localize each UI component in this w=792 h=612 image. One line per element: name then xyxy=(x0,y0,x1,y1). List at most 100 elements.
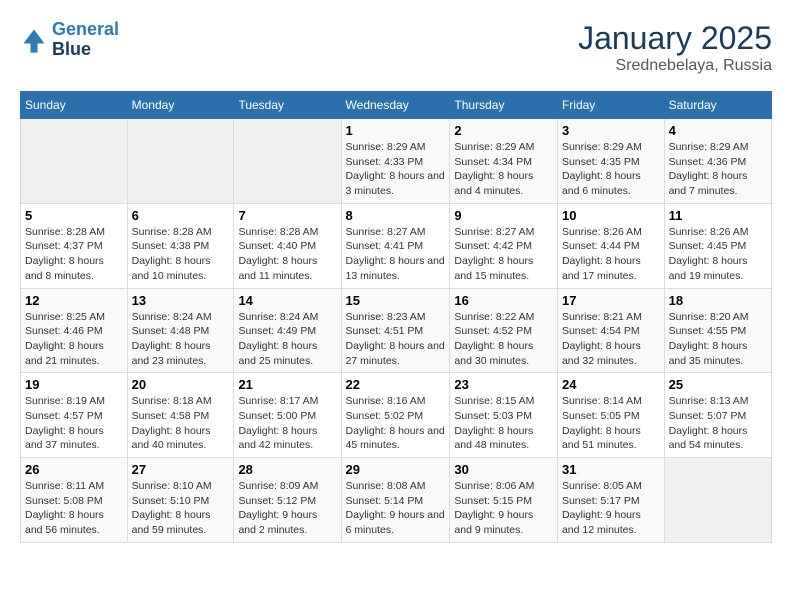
weekday-header: Thursday xyxy=(450,92,558,119)
day-number: 21 xyxy=(238,377,336,392)
day-info: Sunrise: 8:29 AMSunset: 4:36 PMDaylight:… xyxy=(669,140,767,199)
day-number: 18 xyxy=(669,293,767,308)
calendar-cell: 1 Sunrise: 8:29 AMSunset: 4:33 PMDaylight… xyxy=(341,119,450,204)
day-info: Sunrise: 8:26 AMSunset: 4:44 PMDaylight:… xyxy=(562,225,660,284)
day-number: 3 xyxy=(562,123,660,138)
calendar-cell: 31Sunrise: 8:05 AMSunset: 5:17 PMDayligh… xyxy=(557,458,664,543)
day-number: 7 xyxy=(238,208,336,223)
weekday-header: Saturday xyxy=(664,92,771,119)
day-number: 30 xyxy=(454,462,553,477)
calendar-week-row: 5Sunrise: 8:28 AMSunset: 4:37 PMDaylight… xyxy=(21,203,772,288)
day-number: 20 xyxy=(132,377,230,392)
calendar-week-row: 26 Sunrise: 8:11 AMSunset: 5:08 PMDayligh… xyxy=(21,458,772,543)
calendar-cell xyxy=(234,119,341,204)
day-info: Sunrise: 8:24 AMSunset: 4:48 PMDaylight:… xyxy=(132,310,230,369)
weekday-header: Monday xyxy=(127,92,234,119)
day-info: Sunrise: 8:17 AMSunset: 5:00 PMDaylight:… xyxy=(238,394,336,453)
day-info: Sunrise: 8:18 AMSunset: 4:58 PMDaylight:… xyxy=(132,394,230,453)
calendar-cell: 20 Sunrise: 8:18 AMSunset: 4:58 PMDayligh… xyxy=(127,373,234,458)
calendar-week-row: 19 Sunrise: 8:19 AMSunset: 4:57 PMDayligh… xyxy=(21,373,772,458)
calendar-table: SundayMondayTuesdayWednesdayThursdayFrid… xyxy=(20,91,772,543)
day-number: 23 xyxy=(454,377,553,392)
day-number: 15 xyxy=(346,293,446,308)
day-info: Sunrise: 8:13 AMSunset: 5:07 PMDaylight:… xyxy=(669,394,767,453)
calendar-cell: 13 Sunrise: 8:24 AMSunset: 4:48 PMDayligh… xyxy=(127,288,234,373)
day-info: Sunrise: 8:25 AMSunset: 4:46 PMDaylight:… xyxy=(25,310,123,369)
logo: General Blue xyxy=(20,20,119,60)
calendar-cell: 30Sunrise: 8:06 AMSunset: 5:15 PMDayligh… xyxy=(450,458,558,543)
day-info: Sunrise: 8:28 AMSunset: 4:38 PMDaylight:… xyxy=(132,225,230,284)
calendar-cell: 27Sunrise: 8:10 AMSunset: 5:10 PMDayligh… xyxy=(127,458,234,543)
day-number: 22 xyxy=(346,377,446,392)
day-info: Sunrise: 8:16 AMSunset: 5:02 PMDaylight:… xyxy=(346,394,446,453)
calendar-cell: 19 Sunrise: 8:19 AMSunset: 4:57 PMDayligh… xyxy=(21,373,128,458)
calendar-cell xyxy=(21,119,128,204)
day-number: 26 xyxy=(25,462,123,477)
calendar-cell: 8 Sunrise: 8:27 AMSunset: 4:41 PMDaylight… xyxy=(341,203,450,288)
day-info: Sunrise: 8:23 AMSunset: 4:51 PMDaylight:… xyxy=(346,310,446,369)
day-number: 10 xyxy=(562,208,660,223)
calendar-week-row: 1 Sunrise: 8:29 AMSunset: 4:33 PMDaylight… xyxy=(21,119,772,204)
weekday-header: Sunday xyxy=(21,92,128,119)
day-info: Sunrise: 8:22 AMSunset: 4:52 PMDaylight:… xyxy=(454,310,553,369)
day-info: Sunrise: 8:11 AMSunset: 5:08 PMDaylight:… xyxy=(25,479,123,538)
calendar-cell: 22 Sunrise: 8:16 AMSunset: 5:02 PMDayligh… xyxy=(341,373,450,458)
title-block: January 2025 Srednebelaya, Russia xyxy=(578,20,772,75)
calendar-cell: 3 Sunrise: 8:29 AMSunset: 4:35 PMDaylight… xyxy=(557,119,664,204)
day-info: Sunrise: 8:24 AMSunset: 4:49 PMDaylight:… xyxy=(238,310,336,369)
day-info: Sunrise: 8:26 AMSunset: 4:45 PMDaylight:… xyxy=(669,225,767,284)
day-info: Sunrise: 8:27 AMSunset: 4:41 PMDaylight:… xyxy=(346,225,446,284)
calendar-cell: 17Sunrise: 8:21 AMSunset: 4:54 PMDayligh… xyxy=(557,288,664,373)
day-info: Sunrise: 8:28 AMSunset: 4:40 PMDaylight:… xyxy=(238,225,336,284)
day-info: Sunrise: 8:19 AMSunset: 4:57 PMDaylight:… xyxy=(25,394,123,453)
day-number: 24 xyxy=(562,377,660,392)
day-number: 19 xyxy=(25,377,123,392)
calendar-cell: 12 Sunrise: 8:25 AMSunset: 4:46 PMDayligh… xyxy=(21,288,128,373)
day-number: 6 xyxy=(132,208,230,223)
calendar-title: January 2025 xyxy=(578,20,772,57)
page-header: General Blue January 2025 Srednebelaya, … xyxy=(20,20,772,75)
calendar-cell: 2 Sunrise: 8:29 AMSunset: 4:34 PMDaylight… xyxy=(450,119,558,204)
day-info: Sunrise: 8:20 AMSunset: 4:55 PMDaylight:… xyxy=(669,310,767,369)
logo-icon xyxy=(20,26,48,54)
day-number: 29 xyxy=(346,462,446,477)
day-number: 12 xyxy=(25,293,123,308)
calendar-cell: 24 Sunrise: 8:14 AMSunset: 5:05 PMDayligh… xyxy=(557,373,664,458)
day-number: 16 xyxy=(454,293,553,308)
calendar-cell: 21 Sunrise: 8:17 AMSunset: 5:00 PMDayligh… xyxy=(234,373,341,458)
day-info: Sunrise: 8:09 AMSunset: 5:12 PMDaylight:… xyxy=(238,479,336,538)
calendar-cell: 15 Sunrise: 8:23 AMSunset: 4:51 PMDayligh… xyxy=(341,288,450,373)
day-number: 1 xyxy=(346,123,446,138)
calendar-cell: 6 Sunrise: 8:28 AMSunset: 4:38 PMDaylight… xyxy=(127,203,234,288)
day-info: Sunrise: 8:27 AMSunset: 4:42 PMDaylight:… xyxy=(454,225,553,284)
day-info: Sunrise: 8:10 AMSunset: 5:10 PMDaylight:… xyxy=(132,479,230,538)
weekday-header-row: SundayMondayTuesdayWednesdayThursdayFrid… xyxy=(21,92,772,119)
day-info: Sunrise: 8:29 AMSunset: 4:34 PMDaylight:… xyxy=(454,140,553,199)
calendar-subtitle: Srednebelaya, Russia xyxy=(578,57,772,75)
day-info: Sunrise: 8:29 AMSunset: 4:35 PMDaylight:… xyxy=(562,140,660,199)
day-info: Sunrise: 8:14 AMSunset: 5:05 PMDaylight:… xyxy=(562,394,660,453)
calendar-cell xyxy=(664,458,771,543)
calendar-cell: 9 Sunrise: 8:27 AMSunset: 4:42 PMDaylight… xyxy=(450,203,558,288)
day-info: Sunrise: 8:08 AMSunset: 5:14 PMDaylight:… xyxy=(346,479,446,538)
day-number: 31 xyxy=(562,462,660,477)
calendar-cell: 4Sunrise: 8:29 AMSunset: 4:36 PMDaylight… xyxy=(664,119,771,204)
day-info: Sunrise: 8:29 AMSunset: 4:33 PMDaylight:… xyxy=(346,140,446,199)
calendar-cell: 25Sunrise: 8:13 AMSunset: 5:07 PMDayligh… xyxy=(664,373,771,458)
day-number: 13 xyxy=(132,293,230,308)
calendar-cell: 18 Sunrise: 8:20 AMSunset: 4:55 PMDayligh… xyxy=(664,288,771,373)
calendar-week-row: 12 Sunrise: 8:25 AMSunset: 4:46 PMDayligh… xyxy=(21,288,772,373)
calendar-cell: 5Sunrise: 8:28 AMSunset: 4:37 PMDaylight… xyxy=(21,203,128,288)
day-number: 14 xyxy=(238,293,336,308)
calendar-cell: 16 Sunrise: 8:22 AMSunset: 4:52 PMDayligh… xyxy=(450,288,558,373)
calendar-cell: 29 Sunrise: 8:08 AMSunset: 5:14 PMDayligh… xyxy=(341,458,450,543)
logo-text: General Blue xyxy=(52,20,119,60)
calendar-cell: 11Sunrise: 8:26 AMSunset: 4:45 PMDayligh… xyxy=(664,203,771,288)
day-number: 9 xyxy=(454,208,553,223)
day-number: 28 xyxy=(238,462,336,477)
calendar-cell: 26 Sunrise: 8:11 AMSunset: 5:08 PMDayligh… xyxy=(21,458,128,543)
day-number: 2 xyxy=(454,123,553,138)
day-number: 5 xyxy=(25,208,123,223)
weekday-header: Tuesday xyxy=(234,92,341,119)
day-number: 8 xyxy=(346,208,446,223)
